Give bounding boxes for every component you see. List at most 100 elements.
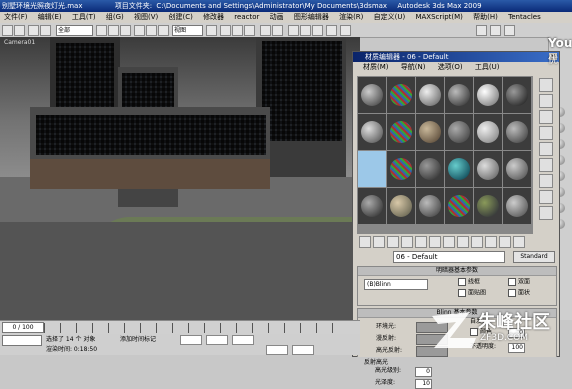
- uv-tiling-icon[interactable]: [539, 126, 553, 140]
- reset-map-icon[interactable]: [401, 236, 413, 248]
- quick-render-icon[interactable]: [476, 25, 487, 36]
- menu-maxscript[interactable]: MAXScript(M): [415, 13, 462, 21]
- sample-slot[interactable]: [503, 77, 531, 113]
- menu-tentacles[interactable]: Tentacles: [508, 13, 541, 21]
- z-coord-field[interactable]: [232, 335, 254, 345]
- sample-type-icon[interactable]: [539, 78, 553, 92]
- auto-key-button[interactable]: [266, 345, 288, 355]
- sample-slot[interactable]: [416, 77, 444, 113]
- go-to-parent-icon[interactable]: [499, 236, 511, 248]
- menu-create[interactable]: 创建(C): [168, 13, 192, 21]
- pivot-icon[interactable]: [206, 25, 217, 36]
- make-copy-icon[interactable]: [415, 236, 427, 248]
- sample-slot[interactable]: [358, 151, 386, 187]
- menu-customize[interactable]: 自定义(U): [374, 13, 406, 21]
- sample-slot[interactable]: [416, 151, 444, 187]
- material-name-field[interactable]: 06 - Default: [393, 251, 505, 263]
- viewport-label[interactable]: Camera01: [4, 39, 35, 46]
- me-menu-utilities[interactable]: 工具(U): [475, 63, 500, 71]
- mirror-icon[interactable]: [260, 25, 271, 36]
- glossiness-value[interactable]: 10: [415, 379, 432, 389]
- sample-slot[interactable]: [358, 114, 386, 150]
- sample-slot[interactable]: [503, 151, 531, 187]
- show-end-result-icon[interactable]: [485, 236, 497, 248]
- time-slider[interactable]: 0 / 100: [2, 322, 44, 333]
- layer-icon[interactable]: [288, 25, 299, 36]
- make-preview-icon[interactable]: [539, 158, 553, 172]
- sample-slot[interactable]: [503, 188, 531, 224]
- get-material-icon[interactable]: [359, 236, 371, 248]
- select-icon[interactable]: [96, 25, 107, 36]
- background-icon[interactable]: [539, 110, 553, 124]
- menu-help[interactable]: 帮助(H): [473, 13, 498, 21]
- select-by-name-icon[interactable]: [108, 25, 119, 36]
- material-editor-icon[interactable]: [326, 25, 337, 36]
- wire-checkbox[interactable]: 线框: [458, 278, 480, 287]
- unlink-icon[interactable]: [40, 25, 51, 36]
- maxscript-listener-field[interactable]: [2, 335, 42, 346]
- faceted-checkbox[interactable]: 面状: [508, 289, 530, 298]
- go-forward-icon[interactable]: [513, 236, 525, 248]
- camera-viewport[interactable]: Camera01: [0, 37, 360, 320]
- put-to-library-icon[interactable]: [443, 236, 455, 248]
- shader-dropdown[interactable]: (B)Blinn: [364, 279, 428, 290]
- sample-slot[interactable]: [387, 188, 415, 224]
- redo-icon[interactable]: [14, 25, 25, 36]
- sample-slot[interactable]: [387, 151, 415, 187]
- material-map-navigator-icon[interactable]: [539, 206, 553, 220]
- snap-icon[interactable]: [220, 25, 231, 36]
- timeline-ticks[interactable]: [44, 323, 344, 333]
- menu-reactor[interactable]: reactor: [234, 13, 259, 21]
- show-map-icon[interactable]: [471, 236, 483, 248]
- schematic-icon[interactable]: [312, 25, 323, 36]
- add-time-tag[interactable]: 添加时间标记: [120, 335, 156, 344]
- undo-icon[interactable]: [2, 25, 13, 36]
- angle-snap-icon[interactable]: [232, 25, 243, 36]
- sample-slot-active[interactable]: [445, 151, 473, 187]
- backlight-icon[interactable]: [539, 94, 553, 108]
- sample-slot[interactable]: [503, 114, 531, 150]
- menu-animation[interactable]: 动画: [270, 13, 284, 21]
- sample-slot[interactable]: [474, 151, 502, 187]
- two-sided-checkbox[interactable]: 双面: [508, 278, 530, 287]
- y-coord-field[interactable]: [206, 335, 228, 345]
- sample-slot[interactable]: [358, 77, 386, 113]
- me-menu-navigation[interactable]: 导航(N): [401, 63, 426, 71]
- rotate-icon[interactable]: [146, 25, 157, 36]
- assign-to-selection-icon[interactable]: [387, 236, 399, 248]
- face-map-checkbox[interactable]: 面贴图: [458, 289, 486, 298]
- sample-slot[interactable]: [387, 114, 415, 150]
- sample-slot[interactable]: [416, 114, 444, 150]
- move-icon[interactable]: [134, 25, 145, 36]
- material-id-icon[interactable]: [457, 236, 469, 248]
- rect-select-icon[interactable]: [120, 25, 131, 36]
- me-menu-options[interactable]: 选项(O): [438, 63, 463, 71]
- curve-editor-icon[interactable]: [300, 25, 311, 36]
- sample-slot[interactable]: [445, 77, 473, 113]
- sample-slot[interactable]: [474, 188, 502, 224]
- render-setup-icon[interactable]: [340, 25, 351, 36]
- menu-rendering[interactable]: 渲染(R): [339, 13, 363, 21]
- render-frame-icon[interactable]: [490, 25, 501, 36]
- x-coord-field[interactable]: [180, 335, 202, 345]
- options-icon[interactable]: [539, 174, 553, 188]
- link-icon[interactable]: [28, 25, 39, 36]
- sample-slot[interactable]: [358, 188, 386, 224]
- sample-slot[interactable]: [387, 77, 415, 113]
- sample-slot[interactable]: [445, 188, 473, 224]
- menu-group[interactable]: 组(G): [106, 13, 124, 21]
- selection-filter-dropdown[interactable]: 全部: [56, 25, 93, 36]
- set-key-button[interactable]: [292, 345, 314, 355]
- scale-icon[interactable]: [158, 25, 169, 36]
- make-unique-icon[interactable]: [429, 236, 441, 248]
- sample-slot[interactable]: [474, 77, 502, 113]
- put-to-scene-icon[interactable]: [373, 236, 385, 248]
- align-icon[interactable]: [272, 25, 283, 36]
- sample-slot[interactable]: [474, 114, 502, 150]
- shader-rollout-title[interactable]: 明暗器基本参数: [358, 267, 556, 276]
- select-by-material-icon[interactable]: [539, 190, 553, 204]
- menu-graph-editors[interactable]: 图形编辑器: [294, 13, 329, 21]
- sample-slot[interactable]: [445, 114, 473, 150]
- video-check-icon[interactable]: [539, 142, 553, 156]
- menu-tools[interactable]: 工具(T): [72, 13, 96, 21]
